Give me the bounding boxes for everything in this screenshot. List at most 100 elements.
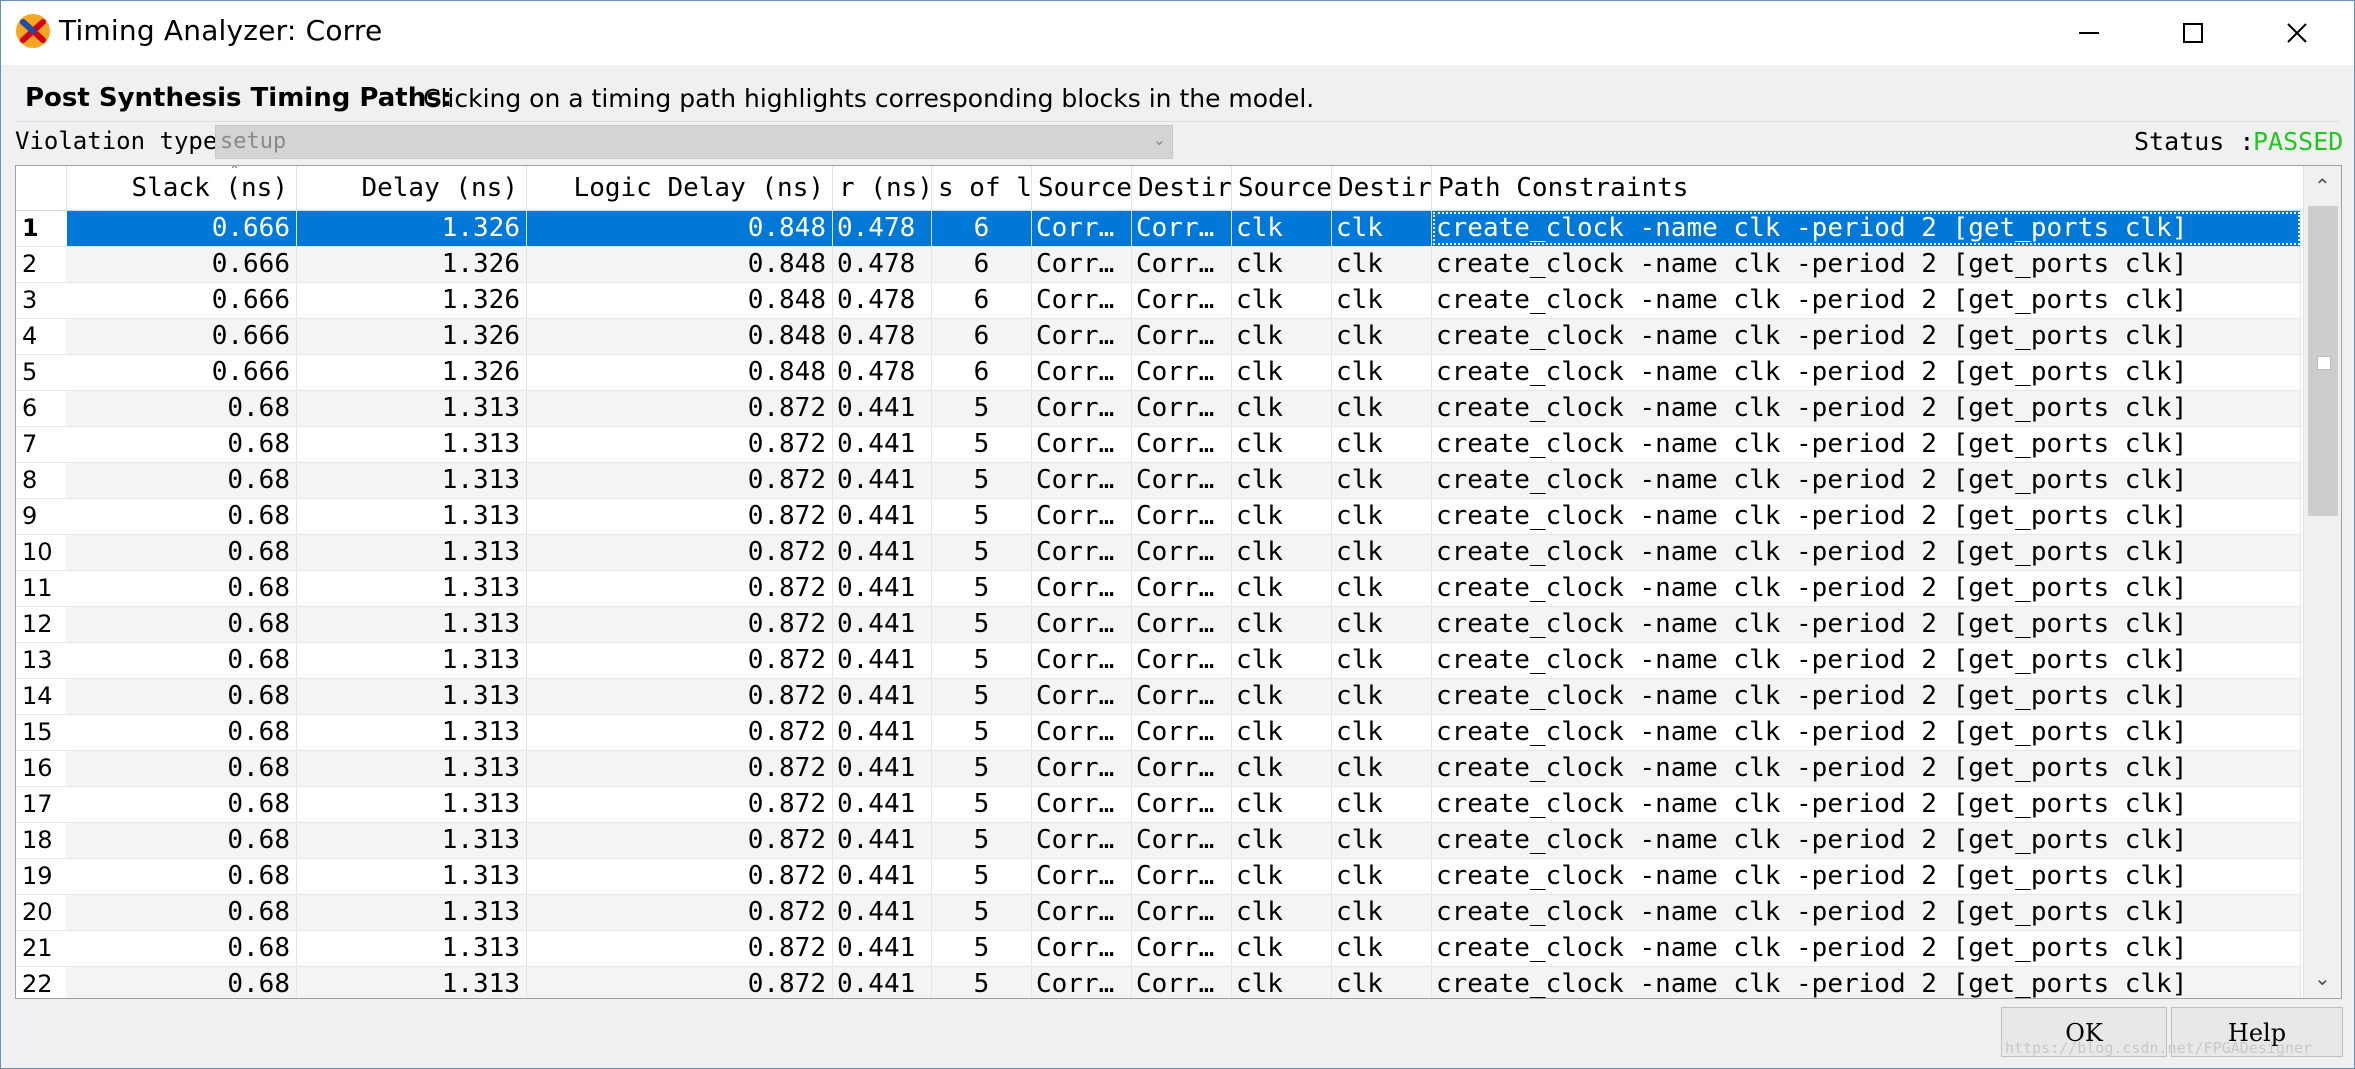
maximize-button[interactable] xyxy=(2141,1,2245,65)
table-row[interactable]: 14 0.68 1.313 0.872 0.441 5 Corr… Corr… clk clk cr… xyxy=(16,679,2301,715)
cell-routing-delay: 0.478 xyxy=(833,211,932,246)
minimize-button[interactable] xyxy=(2037,1,2141,65)
violation-type-label: Violation type xyxy=(15,127,218,155)
cell-source: Corr… xyxy=(1032,715,1132,750)
cell-path-constraints: create_clock -name clk -period 2 [get_po… xyxy=(1432,211,2301,246)
table-row[interactable]: 1 0.666 1.326 0.848 0.478 6 Corr… Corr… clk clk cr… xyxy=(16,211,2301,247)
table-row[interactable]: 5 0.666 1.326 0.848 0.478 6 Corr… Corr… clk clk cr… xyxy=(16,355,2301,391)
table-row[interactable]: 11 0.68 1.313 0.872 0.441 5 Corr… Corr… clk clk cr… xyxy=(16,571,2301,607)
cell-routing-delay: 0.441 xyxy=(833,643,932,678)
header-description: Clicking on a timing path highlights cor… xyxy=(423,84,1315,113)
cell-logic-delay: 0.848 xyxy=(527,355,833,390)
cell-destination-clock: clk xyxy=(1332,283,1432,318)
column-header-delay[interactable]: Delay (ns) xyxy=(297,166,527,210)
table-row[interactable]: 15 0.68 1.313 0.872 0.441 5 Corr… Corr… clk clk cr… xyxy=(16,715,2301,751)
table-row[interactable]: 12 0.68 1.313 0.872 0.441 5 Corr… Corr… clk clk cr… xyxy=(16,607,2301,643)
cell-slack: 0.666 xyxy=(67,319,297,354)
cell-slack: 0.68 xyxy=(67,859,297,894)
cell-destination: Corr… xyxy=(1132,643,1232,678)
table-row[interactable]: 18 0.68 1.313 0.872 0.441 5 Corr… Corr… clk clk cr… xyxy=(16,823,2301,859)
row-number-header xyxy=(16,166,67,210)
column-header-levels[interactable]: s of l xyxy=(932,166,1032,210)
cell-source-clock: clk xyxy=(1232,319,1332,354)
cell-destination: Corr… xyxy=(1132,823,1232,858)
cell-delay: 1.326 xyxy=(297,211,527,246)
cell-slack: 0.68 xyxy=(67,931,297,966)
cell-logic-delay: 0.848 xyxy=(527,319,833,354)
table-row[interactable]: 16 0.68 1.313 0.872 0.441 5 Corr… Corr… clk clk cr… xyxy=(16,751,2301,787)
table-row[interactable]: 17 0.68 1.313 0.872 0.441 5 Corr… Corr… clk clk cr… xyxy=(16,787,2301,823)
cell-delay: 1.326 xyxy=(297,319,527,354)
column-header-source[interactable]: Source xyxy=(1032,166,1132,210)
column-header-destination[interactable]: Destir xyxy=(1132,166,1232,210)
cell-destination: Corr… xyxy=(1132,571,1232,606)
cell-levels: 6 xyxy=(932,319,1032,354)
cell-routing-delay: 0.441 xyxy=(833,967,932,998)
cell-routing-delay: 0.441 xyxy=(833,607,932,642)
close-button[interactable] xyxy=(2245,1,2349,65)
violation-type-select[interactable]: setup ⌄ xyxy=(215,125,1173,159)
column-header-routing-delay[interactable]: r (ns) xyxy=(833,166,932,210)
cell-destination: Corr… xyxy=(1132,931,1232,966)
table-row[interactable]: 3 0.666 1.326 0.848 0.478 6 Corr… Corr… clk clk cr… xyxy=(16,283,2301,319)
column-header-slack[interactable]: ˆ Slack (ns) xyxy=(67,166,297,210)
cell-destination-clock: clk xyxy=(1332,607,1432,642)
table-row[interactable]: 4 0.666 1.326 0.848 0.478 6 Corr… Corr… clk clk cr… xyxy=(16,319,2301,355)
cell-destination: Corr… xyxy=(1132,751,1232,786)
table-row[interactable]: 2 0.666 1.326 0.848 0.478 6 Corr… Corr… clk clk cr… xyxy=(16,247,2301,283)
cell-logic-delay: 0.872 xyxy=(527,571,833,606)
cell-levels: 5 xyxy=(932,427,1032,462)
scroll-down-icon[interactable]: ⌄ xyxy=(2314,966,2331,990)
cell-source: Corr… xyxy=(1032,679,1132,714)
table-row[interactable]: 20 0.68 1.313 0.872 0.441 5 Corr… Corr… clk clk cr… xyxy=(16,895,2301,931)
cell-levels: 5 xyxy=(932,535,1032,570)
timing-paths-table: ˆ Slack (ns) Delay (ns) Logic Delay (ns)… xyxy=(15,165,2342,999)
column-header-label: Source xyxy=(1238,173,1332,203)
column-header-path-constraints[interactable]: Path Constraints xyxy=(1432,166,2301,210)
cell-levels: 5 xyxy=(932,679,1032,714)
cell-logic-delay: 0.872 xyxy=(527,607,833,642)
scroll-up-icon[interactable]: ⌃ xyxy=(2314,174,2331,198)
table-row[interactable]: 6 0.68 1.313 0.872 0.441 5 Corr… Corr… clk clk cre… xyxy=(16,391,2301,427)
table-row[interactable]: 21 0.68 1.313 0.872 0.441 5 Corr… Corr… clk clk cr… xyxy=(16,931,2301,967)
column-header-label: Source xyxy=(1038,173,1132,203)
cell-source-clock: clk xyxy=(1232,823,1332,858)
cell-source-clock: clk xyxy=(1232,355,1332,390)
cell-levels: 5 xyxy=(932,391,1032,426)
cell-logic-delay: 0.848 xyxy=(527,283,833,318)
cell-delay: 1.313 xyxy=(297,859,527,894)
column-header-source-clock[interactable]: Source xyxy=(1232,166,1332,210)
table-row[interactable]: 13 0.68 1.313 0.872 0.441 5 Corr… Corr… clk clk cr… xyxy=(16,643,2301,679)
cell-routing-delay: 0.478 xyxy=(833,283,932,318)
table-row[interactable]: 9 0.68 1.313 0.872 0.441 5 Corr… Corr… clk clk cre… xyxy=(16,499,2301,535)
cell-routing-delay: 0.478 xyxy=(833,355,932,390)
table-row[interactable]: 19 0.68 1.313 0.872 0.441 5 Corr… Corr… clk clk cr… xyxy=(16,859,2301,895)
cell-destination-clock: clk xyxy=(1332,859,1432,894)
cell-routing-delay: 0.478 xyxy=(833,319,932,354)
table-row[interactable]: 10 0.68 1.313 0.872 0.441 5 Corr… Corr… clk clk cr… xyxy=(16,535,2301,571)
column-header-logic-delay[interactable]: Logic Delay (ns) xyxy=(527,166,833,210)
table-row[interactable]: 22 0.68 1.313 0.872 0.441 5 Corr… Corr… clk clk cr… xyxy=(16,967,2301,998)
minimize-icon xyxy=(2079,32,2099,34)
cell-logic-delay: 0.872 xyxy=(527,895,833,930)
cell-source: Corr… xyxy=(1032,787,1132,822)
cell-slack: 0.68 xyxy=(67,967,297,998)
cell-destination: Corr… xyxy=(1132,679,1232,714)
cell-delay: 1.313 xyxy=(297,391,527,426)
table-row[interactable]: 8 0.68 1.313 0.872 0.441 5 Corr… Corr… clk clk cre… xyxy=(16,463,2301,499)
cell-destination: Corr… xyxy=(1132,715,1232,750)
timing-paths-header: Post Synthesis Timing Paths: Clicking on… xyxy=(15,77,2340,122)
cell-logic-delay: 0.872 xyxy=(527,391,833,426)
cell-source-clock: clk xyxy=(1232,607,1332,642)
window-title: Timing Analyzer: Corre xyxy=(59,14,383,47)
cell-source-clock: clk xyxy=(1232,751,1332,786)
cell-source-clock: clk xyxy=(1232,211,1332,246)
cell-destination-clock: clk xyxy=(1332,715,1432,750)
vertical-scrollbar[interactable]: ⌃ ⌄ xyxy=(2303,166,2341,998)
cell-slack: 0.68 xyxy=(67,427,297,462)
table-row[interactable]: 7 0.68 1.313 0.872 0.441 5 Corr… Corr… clk clk cre… xyxy=(16,427,2301,463)
cell-levels: 6 xyxy=(932,211,1032,246)
column-header-destination-clock[interactable]: Destir xyxy=(1332,166,1432,210)
cell-source-clock: clk xyxy=(1232,247,1332,282)
cell-routing-delay: 0.441 xyxy=(833,499,932,534)
